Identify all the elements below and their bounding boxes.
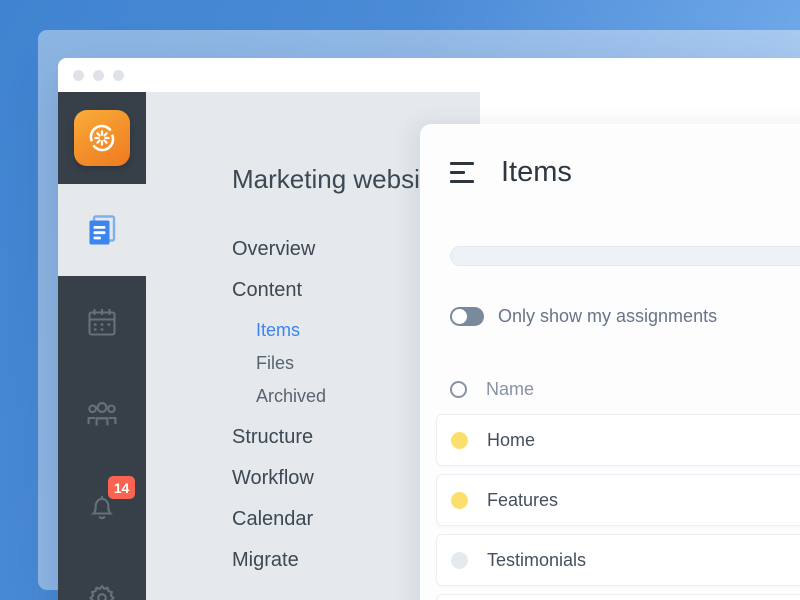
assignments-filter-row[interactable]: Only show my assignments — [450, 306, 717, 327]
item-list: Home Features Testimonials News — [436, 414, 800, 600]
radio-circle-icon[interactable] — [450, 381, 467, 398]
toggle-knob — [452, 309, 467, 324]
rail-item-calendar[interactable] — [58, 276, 146, 368]
notification-badge: 14 — [108, 476, 135, 499]
search-input[interactable] — [450, 246, 800, 266]
table-row[interactable]: Testimonials — [436, 534, 800, 586]
content-title: Items — [501, 156, 572, 189]
nav-item-label: Migrate — [232, 549, 299, 572]
spoked-wheel-icon — [85, 121, 119, 155]
documents-icon — [83, 211, 121, 249]
nav-item-label: Content — [232, 279, 302, 302]
content-header: Items — [420, 124, 572, 220]
calendar-icon — [83, 303, 121, 341]
people-icon — [83, 395, 121, 433]
table-row[interactable]: News — [436, 594, 800, 600]
browser-window: 14 Marketing website Overview — [58, 58, 800, 600]
content-panel: Items Only show my assignments Name — [420, 124, 800, 600]
gear-icon — [83, 579, 121, 600]
assignments-toggle[interactable] — [450, 307, 484, 326]
row-label: Testimonials — [487, 550, 586, 571]
assignments-toggle-label: Only show my assignments — [498, 306, 717, 327]
table-header: Name — [450, 379, 534, 400]
rail-item-content[interactable] — [58, 184, 146, 276]
table-row[interactable]: Home — [436, 414, 800, 466]
nav-item-label: Items — [256, 320, 300, 341]
icon-rail: 14 — [58, 92, 146, 600]
column-header-name: Name — [486, 379, 534, 400]
row-label: Home — [487, 430, 535, 451]
status-badge[interactable] — [451, 492, 468, 509]
table-row[interactable]: Features — [436, 474, 800, 526]
rail-item-notifications[interactable]: 14 — [58, 460, 146, 552]
nav-item-label: Structure — [232, 426, 313, 449]
app-logo[interactable] — [74, 110, 130, 166]
hamburger-icon[interactable] — [450, 162, 474, 183]
nav-item-label: Overview — [232, 238, 315, 261]
row-label: Features — [487, 490, 558, 511]
nav-item-label: Files — [256, 353, 294, 374]
nav-item-label: Archived — [256, 386, 326, 407]
desktop-background: 14 Marketing website Overview — [0, 0, 800, 600]
status-badge[interactable] — [451, 552, 468, 569]
window-titlebar — [58, 58, 800, 92]
window-minimize-button[interactable] — [93, 70, 104, 81]
page-title: Marketing website — [232, 164, 442, 195]
rail-item-team[interactable] — [58, 368, 146, 460]
window-zoom-button[interactable] — [113, 70, 124, 81]
nav-item-label: Calendar — [232, 508, 313, 531]
rail-item-settings[interactable] — [58, 552, 146, 600]
status-badge[interactable] — [451, 432, 468, 449]
nav-item-label: Workflow — [232, 467, 314, 490]
app-body: 14 Marketing website Overview — [58, 92, 800, 600]
window-close-button[interactable] — [73, 70, 84, 81]
